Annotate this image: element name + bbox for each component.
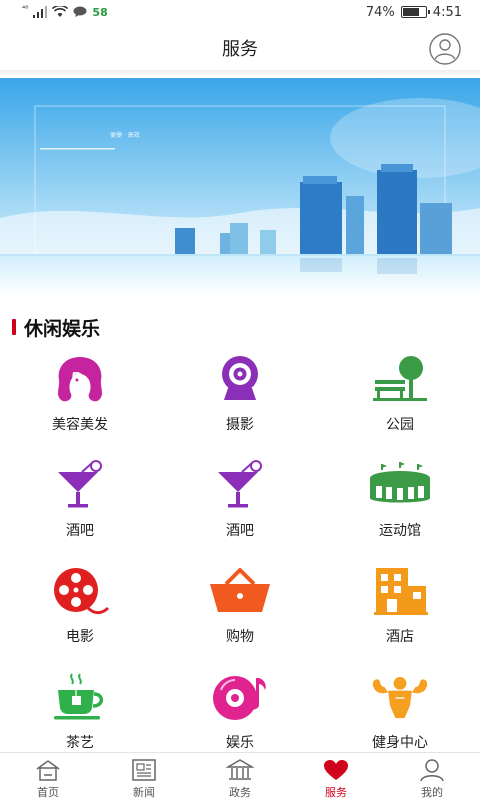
government-building-icon (226, 759, 254, 780)
shopping-basket-icon (208, 564, 272, 620)
section-accent-bar (12, 319, 16, 335)
header-divider (0, 70, 480, 76)
section-header: 休闲娱乐 (12, 315, 101, 340)
home-icon (36, 760, 60, 781)
nav-item-service[interactable]: 服务 (288, 753, 384, 800)
section-title: 休闲娱乐 (24, 317, 101, 340)
camera-icon (208, 352, 272, 408)
bodybuilder-icon (368, 670, 432, 726)
nav-item-mine[interactable]: 我的 (384, 753, 480, 800)
service-label: 摄影 (226, 417, 254, 433)
service-label: 运动馆 (379, 523, 421, 539)
hotel-icon (368, 564, 432, 620)
banner-slogan: 便捷 · 高效 (110, 132, 140, 139)
service-item-park[interactable]: 公园 (320, 352, 480, 452)
nav-label-government: 政务 (229, 786, 251, 799)
status-left: ⁴⁶ 58 (22, 3, 108, 19)
nav-item-news[interactable]: 新闻 (96, 753, 192, 800)
service-label: 公园 (386, 417, 414, 433)
cocktail-icon (48, 458, 112, 514)
signal-icon (33, 6, 48, 18)
cocktail-icon (208, 458, 272, 514)
service-item-beauty[interactable]: 美容美发 (0, 352, 160, 452)
wifi-icon (52, 6, 69, 17)
service-item-shopping[interactable]: 购物 (160, 564, 320, 664)
tea-cup-icon (48, 670, 112, 726)
service-item-stadium[interactable]: 运动馆 (320, 458, 480, 558)
newspaper-icon (132, 759, 156, 781)
service-label: 娱乐 (226, 735, 254, 751)
service-label: 酒店 (386, 629, 414, 645)
app-header: 服务 (0, 24, 480, 72)
park-icon (368, 352, 432, 408)
service-label: 美容美发 (52, 417, 108, 433)
clock: 4:51 (432, 4, 462, 20)
user-circle-icon[interactable] (428, 32, 462, 66)
service-item-bar-1[interactable]: 酒吧 (0, 458, 160, 558)
status-right: 74% 4:51 (366, 5, 462, 20)
beauty-salon-icon (48, 352, 112, 408)
nav-label-mine: 我的 (421, 786, 443, 799)
stadium-icon (368, 458, 432, 514)
music-disc-icon (208, 670, 272, 726)
city-skyline-illustration (0, 78, 480, 296)
battery-icon (400, 6, 430, 18)
page-title: 服务 (222, 39, 258, 60)
status-bar: ⁴⁶ 58 74% 4:51 (0, 0, 480, 24)
service-item-bar-2[interactable]: 酒吧 (160, 458, 320, 558)
nav-label-service: 服务 (325, 786, 347, 799)
heart-icon (324, 760, 348, 780)
service-label: 酒吧 (66, 523, 94, 539)
nav-label-home: 首页 (37, 786, 59, 799)
service-item-photography[interactable]: 摄影 (160, 352, 320, 452)
city-banner[interactable]: 便捷 · 高效 (0, 78, 480, 296)
service-label: 酒吧 (226, 523, 254, 539)
nav-item-home[interactable]: 首页 (0, 753, 96, 800)
notification-count: 58 (92, 5, 108, 19)
nav-label-news: 新闻 (133, 786, 155, 799)
user-icon (420, 759, 444, 782)
battery-percent: 74% (365, 4, 395, 20)
message-icon (73, 6, 87, 17)
battery-fill (402, 8, 419, 16)
service-label: 茶艺 (66, 735, 94, 751)
service-label: 电影 (66, 629, 94, 645)
nav-item-government[interactable]: 政务 (192, 753, 288, 800)
service-label: 健身中心 (372, 735, 428, 751)
film-reel-icon (48, 564, 112, 620)
network-type-label: ⁴⁶ (22, 3, 29, 13)
service-label: 购物 (226, 629, 254, 645)
service-item-movie[interactable]: 电影 (0, 564, 160, 664)
service-item-hotel[interactable]: 酒店 (320, 564, 480, 664)
bottom-nav: 首页 新闻 政务 服务 我的 (0, 752, 480, 800)
